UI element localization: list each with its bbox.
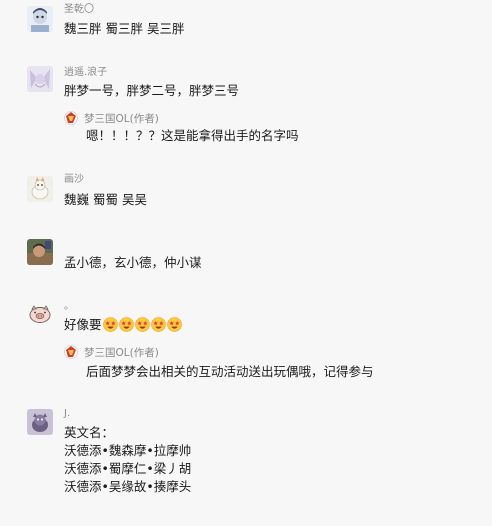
reply-text: 后面梦梦会出相关的互动活动送出玩偶哦，记得参与 (86, 364, 374, 379)
star-struck-emoji (150, 317, 166, 332)
comment-text: 英文名： 沃德添•魏森摩•拉摩帅 沃德添•蜀摩仁•梁丿胡 沃德添•吴缘故•揍摩头 (64, 424, 191, 496)
star-struck-emoji (102, 317, 118, 332)
avatar[interactable] (27, 239, 53, 265)
comment-text: 好像要 (64, 316, 182, 334)
author-reply-header: 梦三国OL(作者) (64, 111, 159, 126)
reply-author-name[interactable]: 梦三国OL(作者) (84, 113, 159, 125)
avatar-image (27, 6, 53, 32)
avatar[interactable] (27, 300, 53, 326)
comment-text: 孟小德，玄小德，仲小谋 (64, 255, 202, 270)
username[interactable]: 逍遥.浪子 (64, 67, 107, 79)
comment-line: 沃德添•魏森摩•拉摩帅 (64, 443, 192, 458)
comment-line: 英文名： (64, 425, 115, 440)
star-struck-emoji (118, 317, 134, 332)
username[interactable]: J. (64, 408, 70, 420)
avatar-image (27, 300, 53, 326)
comment-line: 沃德添•吴缘故•揍摩头 (64, 479, 192, 494)
avatar-image (27, 409, 53, 435)
avatar[interactable] (27, 66, 53, 92)
avatar-image (27, 66, 53, 92)
comment-text: 魏三胖 蜀三胖 吴三胖 (64, 21, 185, 36)
avatar[interactable] (27, 409, 53, 435)
avatar[interactable] (27, 176, 53, 202)
comment-text-body: 好像要 (64, 317, 102, 332)
reply-text: 嗯！！！？？这是能拿得出手的名字吗 (86, 128, 299, 143)
author-reply-header: 梦三国OL(作者) (64, 345, 159, 360)
star-struck-emoji (134, 317, 150, 332)
username[interactable]: 。 (64, 301, 74, 313)
comment-text: 魏巍 蜀蜀 吴吴 (64, 192, 147, 207)
comment-text: 胖梦一号，胖梦二号，胖梦三号 (64, 83, 240, 98)
avatar-image (27, 239, 53, 265)
star-struck-emoji (166, 317, 182, 332)
reply-author-name[interactable]: 梦三国OL(作者) (84, 347, 159, 359)
avatar[interactable] (27, 6, 53, 32)
username[interactable]: 圣乾〇 (64, 4, 94, 16)
comment-line: 沃德添•蜀摩仁•梁丿胡 (64, 461, 192, 476)
avatar-image (27, 176, 53, 202)
username[interactable]: 画沙 (64, 174, 84, 186)
author-avatar-icon (64, 111, 78, 125)
author-avatar-icon (64, 345, 78, 359)
